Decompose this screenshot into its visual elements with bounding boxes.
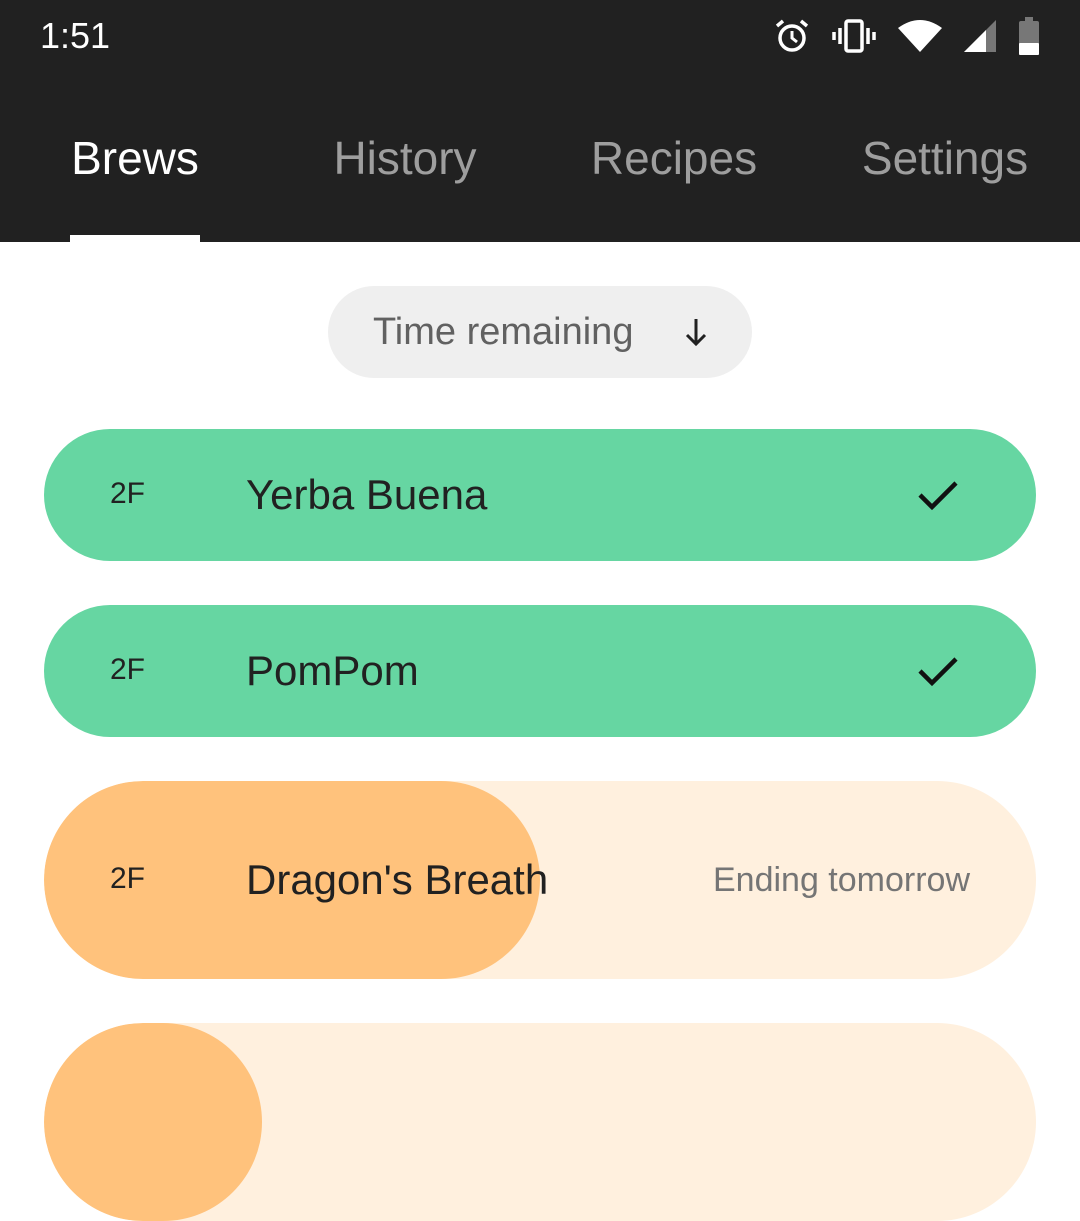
vibrate-icon bbox=[832, 18, 876, 54]
brew-code: 2F bbox=[110, 653, 146, 686]
check-icon bbox=[916, 477, 960, 513]
tab-brews[interactable]: Brews bbox=[60, 128, 210, 188]
status-icons bbox=[774, 14, 1040, 58]
brew-item[interactable]: 2F Dragon's Breath Ending tomorrow bbox=[44, 781, 1036, 979]
tab-history[interactable]: History bbox=[310, 128, 500, 188]
brew-item[interactable] bbox=[44, 1023, 1036, 1221]
brew-name: PomPom bbox=[246, 647, 419, 694]
status-time: 1:51 bbox=[40, 15, 111, 56]
wifi-icon bbox=[898, 20, 942, 52]
brew-item[interactable]: 2F PomPom bbox=[44, 605, 1036, 737]
brew-item[interactable]: 2F Yerba Buena bbox=[44, 429, 1036, 561]
brew-code: 2F bbox=[110, 477, 146, 510]
cellular-signal-icon bbox=[964, 20, 996, 52]
sort-chip[interactable]: Time remaining bbox=[328, 286, 752, 378]
active-tab-indicator bbox=[70, 235, 200, 242]
check-icon bbox=[916, 653, 960, 689]
brew-code: 2F bbox=[110, 862, 146, 895]
tab-settings[interactable]: Settings bbox=[845, 128, 1045, 188]
tab-bar: Brews History Recipes Settings bbox=[0, 110, 1080, 242]
brew-status: Ending tomorrow bbox=[712, 861, 970, 899]
arrow-down-icon bbox=[680, 316, 712, 348]
brew-name: Yerba Buena bbox=[246, 471, 488, 518]
tab-recipes[interactable]: Recipes bbox=[574, 128, 774, 188]
app-bar: 1:51 Brews History Recipes Settings bbox=[0, 0, 1080, 242]
alarm-icon bbox=[774, 18, 810, 54]
sort-label: Time remaining bbox=[373, 311, 634, 353]
battery-icon bbox=[1018, 17, 1040, 55]
brew-progress-fill bbox=[44, 1023, 263, 1221]
brew-name: Dragon's Breath bbox=[246, 856, 549, 903]
